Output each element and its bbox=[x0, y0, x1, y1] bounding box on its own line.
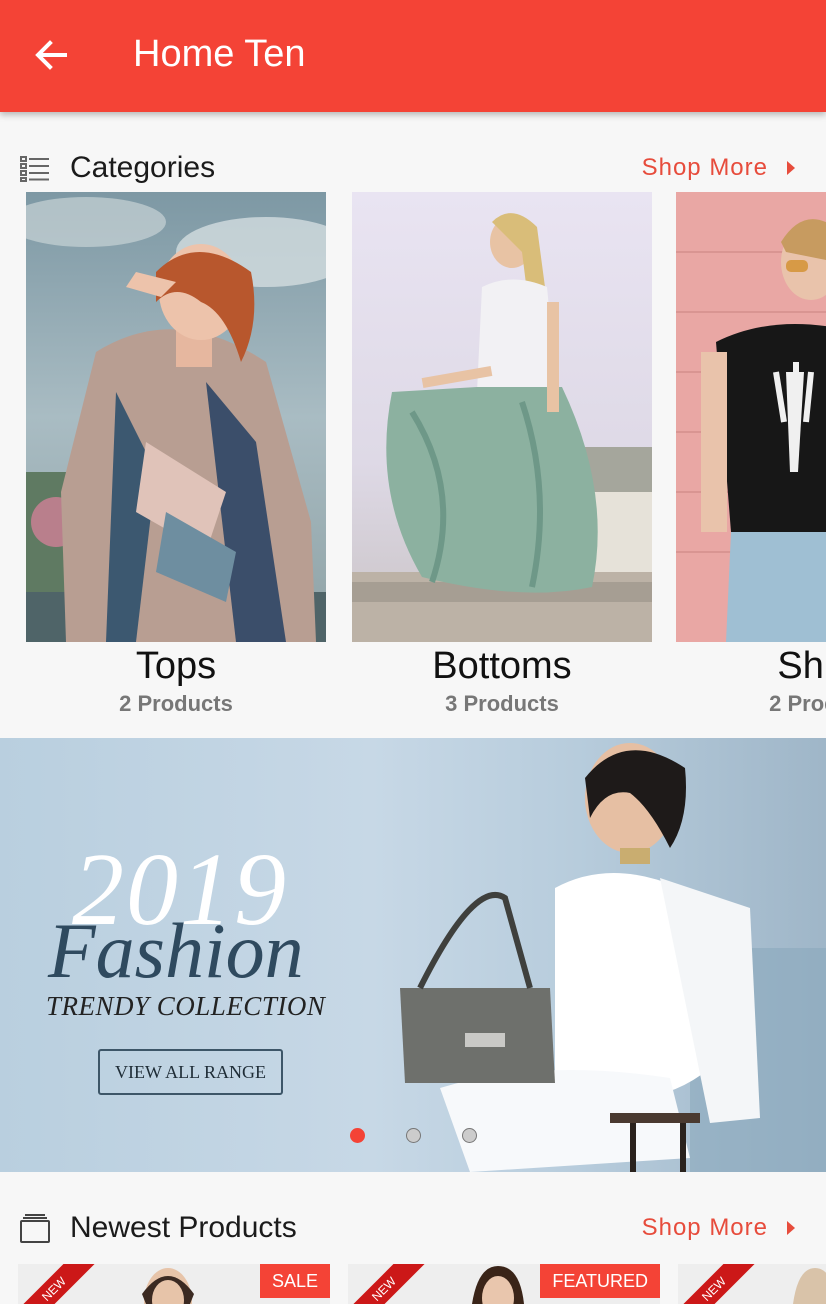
back-button[interactable] bbox=[28, 32, 74, 78]
list-icon bbox=[20, 156, 49, 182]
product-image bbox=[472, 1266, 524, 1304]
newest-products-header: Newest Products Shop More bbox=[0, 1200, 826, 1256]
product-image bbox=[142, 1268, 194, 1304]
shop-more-label: Shop More bbox=[641, 154, 768, 181]
banner-model-image bbox=[400, 743, 826, 1172]
promo-banner[interactable]: 2019 Fashion TRENDY COLLECTION VIEW ALL … bbox=[0, 738, 826, 1172]
view-all-range-button[interactable]: VIEW ALL RANGE bbox=[98, 1049, 283, 1095]
category-card-bottoms[interactable]: Bottoms 3 Products bbox=[352, 192, 652, 722]
chevron-right-icon bbox=[787, 1221, 795, 1235]
page-title: Home Ten bbox=[133, 33, 306, 75]
featured-badge: FEATURED bbox=[540, 1264, 660, 1298]
category-image-bottoms bbox=[352, 192, 652, 642]
category-count: 2 Products bbox=[769, 691, 826, 716]
carousel-dot[interactable] bbox=[406, 1128, 421, 1143]
new-ribbon: NEW bbox=[348, 1264, 428, 1304]
box-icon bbox=[20, 1214, 50, 1243]
app-bar: Home Ten bbox=[0, 0, 826, 112]
chevron-right-icon bbox=[787, 161, 795, 175]
shop-more-categories-link[interactable]: Shop More bbox=[642, 154, 796, 182]
shop-more-label: Shop More bbox=[641, 1214, 768, 1241]
section-title-categories: Categories bbox=[70, 151, 216, 184]
carousel-dot-active[interactable] bbox=[350, 1128, 365, 1143]
new-ribbon: NEW bbox=[678, 1264, 758, 1304]
section-title-newest: Newest Products bbox=[70, 1211, 297, 1244]
category-name: Shirts bbox=[777, 645, 826, 687]
category-card-shirts[interactable]: Shirts 2 Products bbox=[676, 192, 826, 722]
new-ribbon: NEW bbox=[18, 1264, 98, 1304]
product-image bbox=[793, 1268, 826, 1304]
category-name: Bottoms bbox=[432, 645, 572, 687]
category-name: Tops bbox=[135, 645, 217, 687]
product-card[interactable]: NEW SALE bbox=[18, 1264, 330, 1304]
shop-more-newest-link[interactable]: Shop More bbox=[642, 1214, 796, 1242]
category-image-shirts bbox=[676, 192, 826, 642]
sale-badge: SALE bbox=[259, 1264, 330, 1298]
banner-headline: Fashion bbox=[48, 907, 304, 994]
product-card[interactable]: NEW FEATURED bbox=[348, 1264, 660, 1304]
categories-carousel[interactable]: Tops 2 Products Bottoms 3 Products Sh 2 … bbox=[0, 192, 826, 722]
newest-products-carousel[interactable]: NEW SALE NEW FEATURED NEW bbox=[0, 1264, 826, 1304]
category-card-tops[interactable]: Tops 2 Products bbox=[26, 192, 326, 722]
category-count: 3 Products bbox=[445, 691, 559, 716]
categories-header: Categories Shop More bbox=[0, 140, 826, 196]
arrow-back-icon bbox=[35, 40, 67, 70]
carousel-dot[interactable] bbox=[462, 1128, 477, 1143]
banner-subhead: TRENDY COLLECTION bbox=[46, 991, 326, 1021]
product-card[interactable]: NEW bbox=[678, 1264, 826, 1304]
category-image-tops bbox=[26, 192, 326, 642]
category-count: 2 Products bbox=[119, 691, 233, 716]
